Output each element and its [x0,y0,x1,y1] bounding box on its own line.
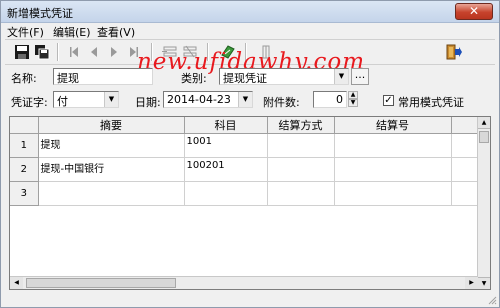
status-bar [1,292,499,307]
cell-settle-method[interactable] [267,133,335,158]
entries-table: 摘要 科目 结算方式 结算号 1 提现 1001 2 提现-中国银行 10020… [10,117,479,206]
attachments-field[interactable]: 0 [313,91,347,108]
voucher-type-value: 付 [57,95,68,108]
table-row[interactable]: 1 提现 1001 [10,133,479,158]
voucher-type-select[interactable]: 付 ▼ [53,91,119,108]
menu-bar: 文件(F) 编辑(E) 查看(V) [1,23,499,39]
cell-settle-no[interactable] [334,157,452,182]
spin-down-icon[interactable]: ▼ [348,99,358,107]
save-icon[interactable] [13,43,31,61]
vertical-scrollbar[interactable]: ▲ ▼ [477,117,490,289]
row-number: 1 [10,133,39,158]
category-browse-button[interactable]: ... [351,68,369,85]
spin-up-icon[interactable]: ▲ [348,91,358,99]
scroll-down-icon[interactable]: ▼ [478,277,490,289]
voucher-template-window: 新增模式凭证 ✕ 文件(F) 编辑(E) 查看(V) new.ufidawhy.… [0,0,500,308]
cell-account[interactable] [184,181,268,206]
window-title: 新增模式凭证 [7,7,73,20]
category-value: 提现凭证 [223,72,267,85]
cell-account[interactable]: 100201 [184,157,268,182]
cell-settle-method[interactable] [267,157,335,182]
row-number: 3 [10,181,39,206]
category-label: 类别: [181,72,207,85]
chevron-down-icon[interactable]: ▼ [238,92,252,107]
col-blank [451,117,479,134]
attachments-spinner[interactable]: ▲ ▼ [348,91,358,108]
cell-settle-no[interactable] [334,133,452,158]
cell-summary[interactable] [38,181,185,206]
col-account[interactable]: 科目 [184,117,268,134]
date-label: 日期: [135,96,161,109]
voucher-type-label: 凭证字: [11,96,48,109]
cell-blank [451,181,479,206]
close-button[interactable]: ✕ [455,3,493,20]
name-field[interactable]: 提现 [53,68,153,85]
scroll-left-icon[interactable]: ◀ [10,277,23,289]
cell-account[interactable]: 1001 [184,133,268,158]
cell-blank [451,157,479,182]
first-record-icon[interactable] [65,43,83,61]
horizontal-scrollbar[interactable]: ◀ ▶ [10,276,478,289]
menu-view[interactable]: 查看(V) [97,24,135,40]
entries-grid: 摘要 科目 结算方式 结算号 1 提现 1001 2 提现-中国银行 10020… [9,116,491,290]
horizontal-scroll-thumb[interactable] [26,278,176,288]
menu-edit[interactable]: 编辑(E) [53,24,91,40]
title-bar: 新增模式凭证 ✕ [1,1,499,23]
menu-file[interactable]: 文件(F) [7,24,44,40]
vertical-scroll-thumb[interactable] [479,131,489,143]
grid-header-row: 摘要 科目 结算方式 结算号 [10,117,479,134]
cell-settle-method[interactable] [267,181,335,206]
table-row[interactable]: 2 提现-中国银行 100201 [10,157,479,182]
col-summary[interactable]: 摘要 [38,117,185,134]
save-as-icon[interactable] [33,43,51,61]
toolbar-separator [57,43,59,61]
name-label: 名称: [11,72,37,85]
chevron-down-icon[interactable]: ▼ [104,92,118,107]
scroll-up-icon[interactable]: ▲ [478,117,490,129]
cell-settle-no[interactable] [334,181,452,206]
date-picker[interactable]: 2014-04-23 ▼ [163,91,253,108]
exit-icon[interactable] [445,43,463,61]
cell-blank [451,133,479,158]
table-row[interactable]: 3 [10,181,479,206]
category-select[interactable]: 提现凭证 ▼ [219,68,349,85]
cell-summary[interactable]: 提现 [38,133,185,158]
corner-cell [10,117,39,134]
attachments-label: 附件数: [263,96,300,109]
common-template-label: 常用模式凭证 [398,96,464,109]
resize-grip-icon[interactable] [487,295,497,305]
col-settle-no[interactable]: 结算号 [334,117,452,134]
common-template-checkbox[interactable]: ✓ [383,95,394,106]
date-value: 2014-04-23 [167,93,231,106]
row-number: 2 [10,157,39,182]
col-settle-method[interactable]: 结算方式 [267,117,335,134]
scroll-right-icon[interactable]: ▶ [465,277,478,289]
cell-summary[interactable]: 提现-中国银行 [38,157,185,182]
chevron-down-icon[interactable]: ▼ [334,69,348,84]
